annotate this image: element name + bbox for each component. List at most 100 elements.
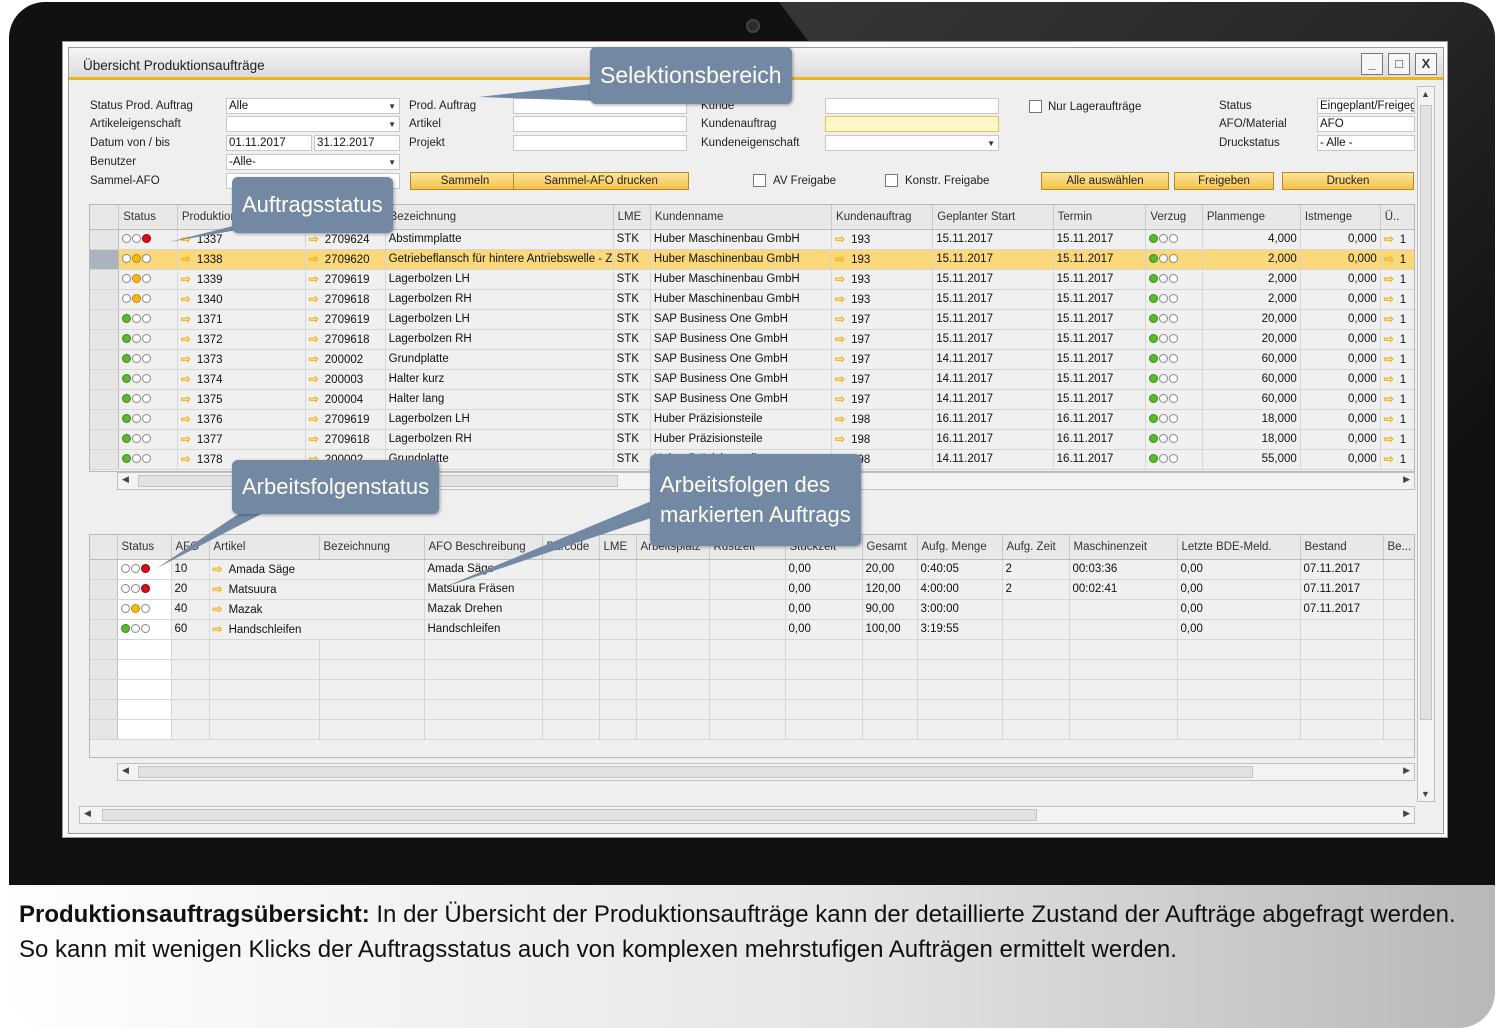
maximize-button[interactable]: □ (1388, 53, 1410, 75)
column-header[interactable]: Barcode (542, 535, 600, 560)
link-arrow-icon[interactable]: ⇨ (309, 312, 319, 326)
row-header[interactable] (90, 429, 120, 450)
link-arrow-icon[interactable]: ⇨ (181, 432, 191, 446)
link-arrow-icon[interactable]: ⇨ (181, 452, 191, 466)
link-arrow-icon[interactable]: ⇨ (835, 352, 845, 366)
column-header[interactable]: Status (117, 535, 172, 560)
scroll-left-icon[interactable]: ◀ (122, 474, 129, 485)
link-arrow-icon[interactable]: ⇨ (181, 252, 191, 266)
sammel-afo-drucken-button[interactable]: Sammel-AFO drucken (513, 172, 689, 190)
row-header[interactable] (90, 679, 118, 700)
order-ue[interactable]: ⇨ 1 (1380, 349, 1414, 370)
link-arrow-icon[interactable]: ⇨ (309, 392, 319, 406)
column-header[interactable]: Kundenauftrag (831, 205, 934, 230)
link-arrow-icon[interactable]: ⇨ (181, 352, 191, 366)
column-header[interactable]: Maschinenzeit (1069, 535, 1178, 560)
order-number[interactable]: ⇨ 1340 (177, 289, 306, 310)
link-arrow-icon[interactable]: ⇨ (1384, 272, 1394, 286)
link-arrow-icon[interactable]: ⇨ (1384, 452, 1394, 466)
order-ue[interactable]: ⇨ 1 (1380, 249, 1414, 270)
window-hscroll-thumb[interactable] (102, 809, 1037, 821)
order-ue[interactable]: ⇨ 1 (1380, 389, 1414, 410)
column-header[interactable]: Termin (1053, 205, 1147, 230)
order-ue[interactable]: ⇨ 1 (1380, 269, 1414, 290)
order-row[interactable]: ⇨ 1371 ⇨ 2709619 Lagerbolzen LH STK SAP Busine… (90, 309, 1414, 330)
link-arrow-icon[interactable]: ⇨ (309, 352, 319, 366)
link-arrow-icon[interactable]: ⇨ (309, 412, 319, 426)
column-header[interactable]: Kundenname (650, 205, 833, 230)
alle-auswaehlen-button[interactable]: Alle auswählen (1041, 172, 1169, 190)
operation-row[interactable] (90, 659, 1414, 680)
link-arrow-icon[interactable]: ⇨ (1384, 292, 1394, 306)
order-row[interactable]: ⇨ 1339 ⇨ 2709619 Lagerbolzen LH STK Huber Masc… (90, 269, 1414, 290)
link-arrow-icon[interactable]: ⇨ (835, 312, 845, 326)
order-kundenauftrag[interactable]: ⇨ 197 (831, 389, 934, 410)
order-ue[interactable]: ⇨ 1 (1380, 429, 1414, 450)
link-arrow-icon[interactable]: ⇨ (309, 432, 319, 446)
order-kundenauftrag[interactable]: ⇨ 193 (831, 229, 934, 250)
order-artikel[interactable]: ⇨ 2709618 (305, 329, 386, 350)
operations-hscroll[interactable]: ◀ ▶ (117, 763, 1415, 781)
row-header[interactable] (90, 389, 120, 410)
link-arrow-icon[interactable]: ⇨ (181, 412, 191, 426)
link-arrow-icon[interactable]: ⇨ (835, 412, 845, 426)
row-header[interactable] (90, 289, 120, 310)
benutzer-select[interactable]: -Alle- (226, 154, 400, 170)
column-header[interactable]: LME (599, 535, 637, 560)
column-header[interactable]: Planmenge (1202, 205, 1301, 230)
window-vscroll-thumb[interactable] (1420, 105, 1432, 720)
operation-row[interactable]: 20 ⇨ Matsuura Matsuura Fräsen 0,00 120,00 4:00… (90, 579, 1414, 600)
link-arrow-icon[interactable]: ⇨ (213, 562, 223, 576)
scroll-left-icon[interactable]: ◀ (122, 765, 129, 776)
link-arrow-icon[interactable]: ⇨ (181, 332, 191, 346)
kundeneigenschaft-select[interactable] (825, 135, 999, 151)
order-ue[interactable]: ⇨ 1 (1380, 309, 1414, 330)
row-header[interactable] (90, 599, 118, 620)
column-header[interactable]: Verzug (1145, 205, 1203, 230)
link-arrow-icon[interactable]: ⇨ (835, 332, 845, 346)
order-artikel[interactable]: ⇨ 200002 (305, 349, 386, 370)
order-number[interactable]: ⇨ 1375 (177, 389, 306, 410)
window-vscroll[interactable]: ▲ ▼ (1417, 86, 1435, 802)
column-header[interactable]: Artikel (209, 535, 320, 560)
order-number[interactable]: ⇨ 1376 (177, 409, 306, 430)
row-header[interactable] (90, 619, 118, 640)
column-header[interactable]: Istmenge (1300, 205, 1381, 230)
order-kundenauftrag[interactable]: ⇨ 197 (831, 309, 934, 330)
close-button[interactable]: X (1415, 53, 1437, 75)
order-ue[interactable]: ⇨ 1 (1380, 289, 1414, 310)
order-artikel[interactable]: ⇨ 2709618 (305, 289, 386, 310)
column-header[interactable]: Bezeichnung (385, 205, 614, 230)
operation-row[interactable] (90, 679, 1414, 700)
operation-row[interactable]: 40 ⇨ Mazak Mazak Drehen 0,00 90,00 3:00:00 0,00… (90, 599, 1414, 620)
link-arrow-icon[interactable]: ⇨ (181, 272, 191, 286)
link-arrow-icon[interactable]: ⇨ (835, 372, 845, 386)
row-header[interactable] (90, 329, 120, 350)
row-header[interactable] (90, 699, 118, 720)
order-ue[interactable]: ⇨ 1 (1380, 449, 1414, 470)
order-artikel[interactable]: ⇨ 2709619 (305, 309, 386, 330)
row-header[interactable] (90, 659, 118, 680)
order-row[interactable]: ⇨ 1374 ⇨ 200003 Halter kurz STK SAP Business O… (90, 369, 1414, 390)
row-header[interactable] (90, 639, 118, 660)
kundenauftrag-field[interactable] (825, 116, 999, 132)
artikel-field[interactable] (513, 116, 687, 132)
link-arrow-icon[interactable]: ⇨ (835, 292, 845, 306)
row-header[interactable] (90, 579, 118, 600)
order-row[interactable]: ⇨ 1372 ⇨ 2709618 Lagerbolzen RH STK SAP Busine… (90, 329, 1414, 350)
scroll-up-icon[interactable]: ▲ (1421, 89, 1430, 99)
column-header[interactable]: AFO Beschreibung (424, 535, 543, 560)
column-header[interactable]: Ü.. (1380, 205, 1414, 230)
column-header[interactable]: Geplanter Start (932, 205, 1054, 230)
order-number[interactable]: ⇨ 1371 (177, 309, 306, 330)
order-ue[interactable]: ⇨ 1 (1380, 409, 1414, 430)
row-header[interactable] (90, 449, 120, 470)
operation-artikel[interactable]: ⇨ Amada Säge (209, 559, 425, 580)
operation-artikel[interactable]: ⇨ Mazak (209, 599, 425, 620)
order-number[interactable]: ⇨ 1372 (177, 329, 306, 350)
scroll-left-icon[interactable]: ◀ (84, 808, 91, 819)
order-kundenauftrag[interactable]: ⇨ 193 (831, 249, 934, 270)
link-arrow-icon[interactable]: ⇨ (1384, 332, 1394, 346)
link-arrow-icon[interactable]: ⇨ (1384, 372, 1394, 386)
datum-bis-field[interactable]: 31.12.2017 (314, 135, 400, 151)
